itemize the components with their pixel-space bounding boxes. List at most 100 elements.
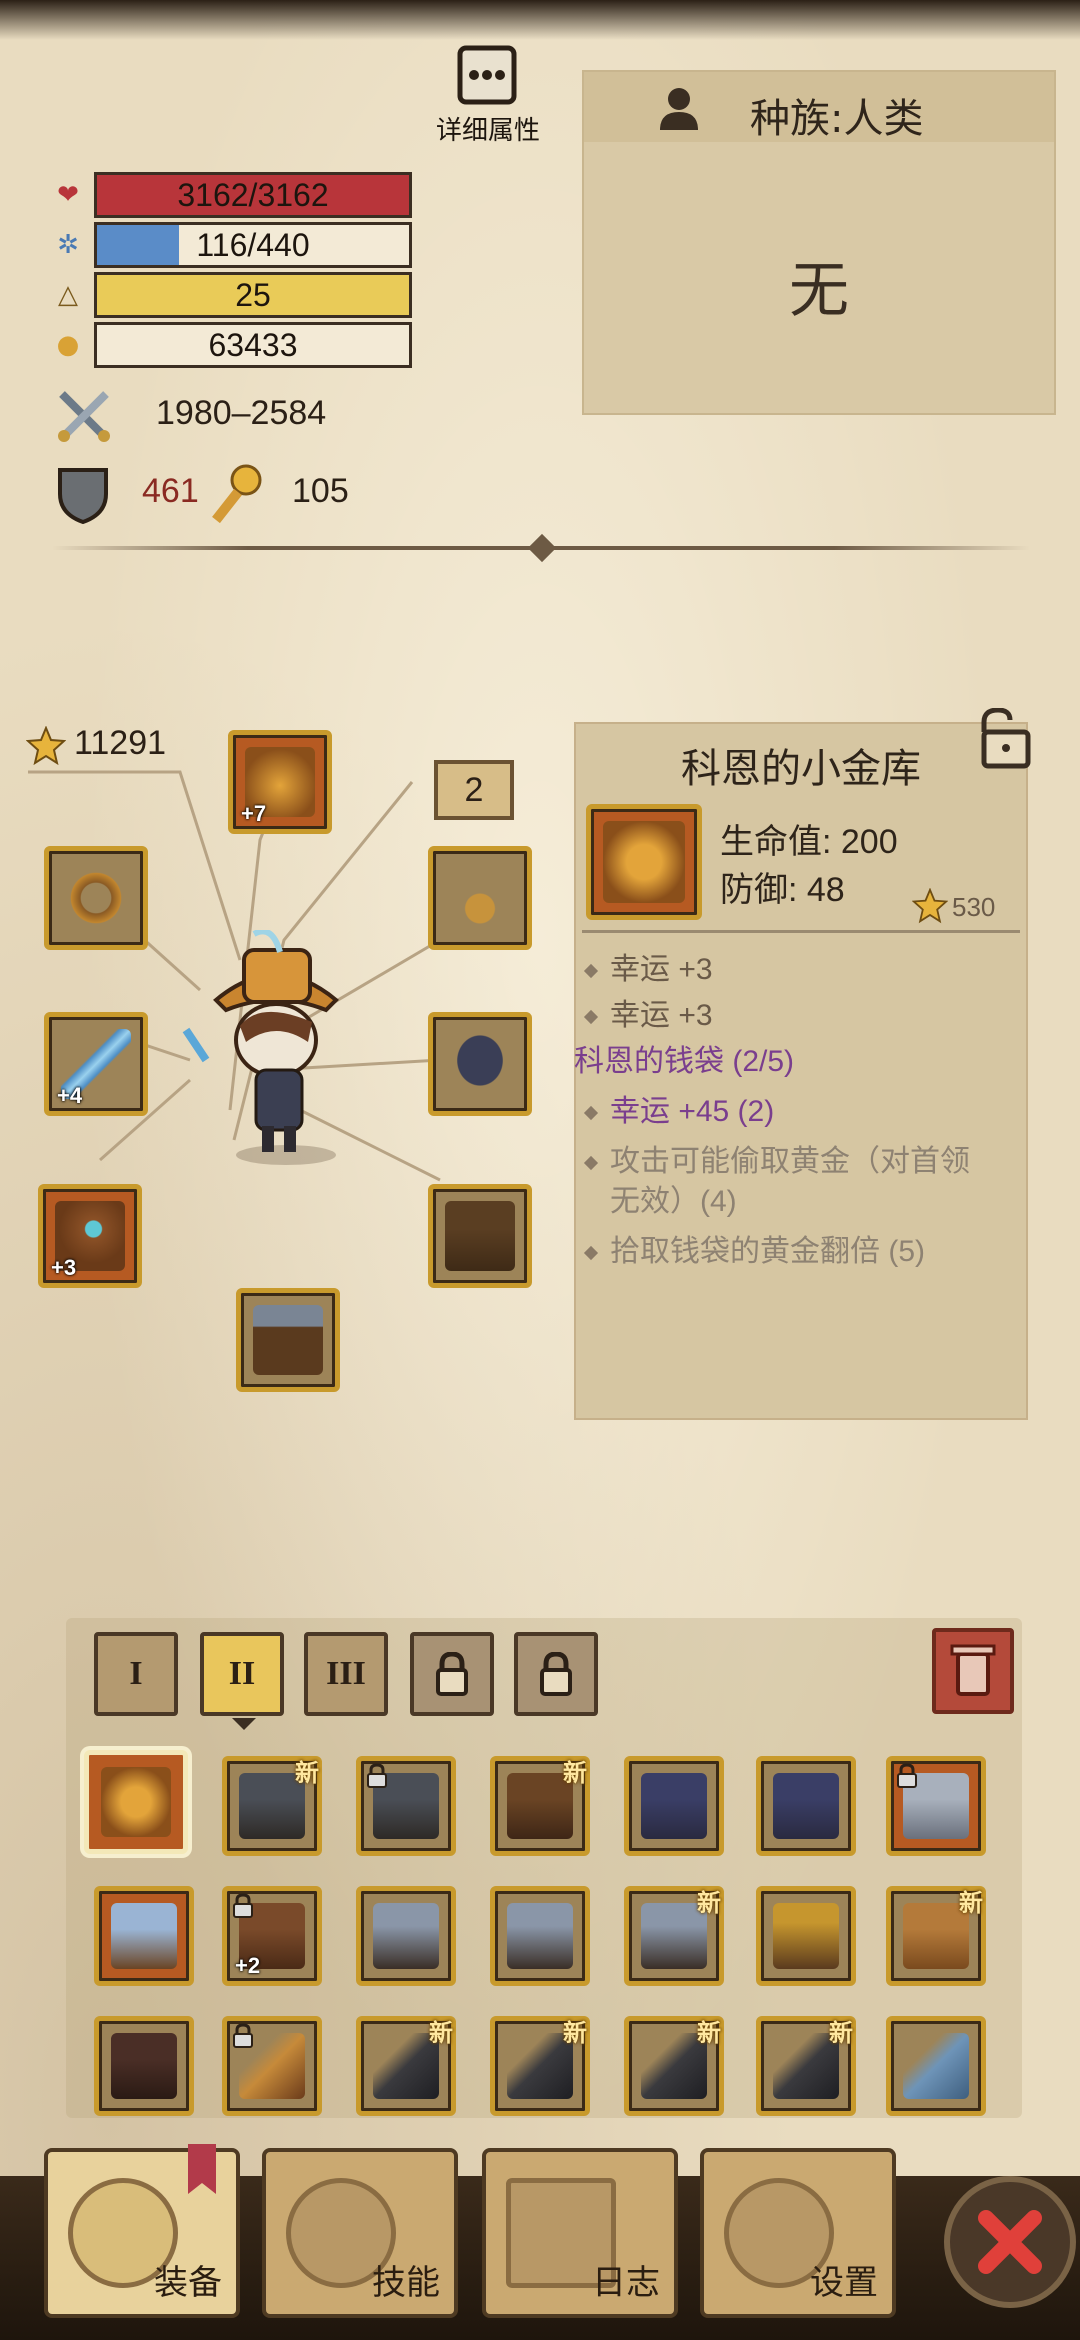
gold-coins-icon: ● [56,330,80,360]
new-badge: 新 [959,1889,983,1917]
boots-icon [507,1903,573,1969]
item-bonus-1: 幸运 +3 [583,944,713,988]
unlock-icon[interactable] [970,708,1034,770]
selected-tab-pointer [232,1718,256,1730]
inventory-item[interactable] [756,1756,856,1856]
armor-slot[interactable] [428,1012,532,1116]
new-badge: 新 [295,1759,319,1787]
inventory-tab-locked-5[interactable] [514,1632,598,1716]
amulet-slot[interactable]: +3 [38,1184,142,1288]
pants-icon [445,1201,515,1271]
inventory-tab-2[interactable]: II [200,1632,284,1716]
inventory-tab-1[interactable]: I [94,1632,178,1716]
boots-icon [111,1903,177,1969]
item-set-name: 科恩的钱袋 (2/5) [574,1045,795,1078]
set-page-badge[interactable]: 2 [434,760,514,820]
luck-value: 105 [292,472,349,510]
hp-row: ❤ 3162/3162 [52,172,412,218]
boots-icon [253,1305,323,1375]
nav-skills-button[interactable]: 技能 [262,2148,458,2318]
inventory-item[interactable] [886,1756,986,1856]
gold-row: ● 63433 [52,322,412,368]
defense-value: 461 [142,472,199,510]
item-def-stat: 防御: 48 [720,871,845,909]
level-row: △ 25 [52,272,412,318]
detail-attributes-button[interactable]: 详细属性 [428,40,548,150]
nav-skills-label: 技能 [372,2263,440,2303]
inventory-item[interactable]: +2 [222,1886,322,1986]
inventory-item-selected[interactable] [84,1750,188,1854]
inventory-tab-locked-4[interactable] [410,1632,494,1716]
bookmark-ribbon [188,2144,216,2194]
item-name: 科恩的小金库 [681,746,921,792]
weapon-enhance-level: +4 [57,1083,83,1108]
nav-equip-label: 装备 [154,2263,222,2303]
inventory-item[interactable] [222,2016,322,2116]
inventory-item[interactable]: 新 [222,1756,322,1856]
heart-icon: ❤ [57,180,79,210]
item-hp-stat: 生命值: 200 [720,823,898,861]
inventory-item[interactable]: 新 [624,1886,724,1986]
lock-icon [367,1763,387,1788]
ring-slot[interactable] [44,846,148,950]
inventory-item[interactable]: 新 [756,2016,856,2116]
inventory-item[interactable]: 新 [886,1886,986,1986]
inventory-item[interactable] [886,2016,986,2116]
enhance-level: +2 [235,1953,261,1978]
inventory-item[interactable]: 新 [490,1756,590,1856]
inventory-item[interactable]: 新 [624,2016,724,2116]
race-title: 种族:人类 [750,96,924,142]
luck-coin-icon [212,464,262,524]
inventory-item[interactable] [490,1886,590,1986]
detail-icon [457,45,517,105]
new-badge: 新 [829,2019,853,2047]
mana-row: ✲ 116/440 [52,222,412,268]
inventory-item[interactable] [756,1886,856,1986]
necklace-slot[interactable] [428,846,532,950]
trash-button[interactable] [932,1628,1014,1714]
pants-icon [773,1773,839,1839]
item-icon-frame [586,804,702,920]
mana-icon: ✲ [57,230,79,260]
attack-value: 1980–2584 [156,394,327,432]
item-set-bonus-3: 拾取钱袋的黄金翻倍 (5) [583,1226,925,1270]
item-set-bonus-1: 幸运 +45 (2) [583,1086,774,1130]
shield-icon [58,468,108,524]
close-button[interactable] [944,2176,1076,2308]
new-badge: 新 [429,2019,453,2047]
inventory-item[interactable]: 新 [356,2016,456,2116]
lock-icon [436,1651,468,1696]
hp-value: 3162/3162 [177,177,329,213]
crossed-swords-icon [58,391,110,442]
level-triangle-icon: △ [58,280,78,310]
nav-settings-label: 设置 [810,2263,878,2303]
inventory-item[interactable] [94,1886,194,1986]
new-badge: 新 [563,1759,587,1787]
weapon-slot[interactable]: +4 [44,1012,148,1116]
item-detail-panel: 科恩的小金库 生命值: 200 防御: 48 530 幸运 +3 幸运 +3 科… [574,722,1028,1420]
lock-icon [233,1893,253,1918]
inventory-item[interactable] [624,1756,724,1856]
detail-attributes-label: 详细属性 [435,116,540,146]
inventory-item[interactable] [356,1756,456,1856]
inventory-item[interactable] [356,1886,456,1986]
helmet-enhance-level: +7 [241,801,267,826]
race-value: 无 [789,256,849,326]
nav-log-button[interactable]: 日志 [482,2148,678,2318]
legs-slot[interactable] [428,1184,532,1288]
helmet-slot[interactable]: +7 [228,730,332,834]
boots-slot[interactable] [236,1288,340,1392]
gold-value: 63433 [208,327,298,363]
inventory-item[interactable]: 新 [490,2016,590,2116]
lock-icon [233,2023,253,2048]
item-set-bonus-2: 攻击可能偷取黄金（对首领 [583,1136,970,1180]
coin-pouch-icon [603,821,685,903]
inventory-tab-3[interactable]: III [304,1632,388,1716]
boots-icon [111,2033,177,2099]
nav-settings-button[interactable]: 设置 [700,2148,896,2318]
nav-equip-button[interactable]: 装备 [44,2144,240,2318]
level-value: 25 [235,277,271,313]
item-bonus-2: 幸运 +3 [583,990,713,1034]
item-divider [582,930,1020,933]
inventory-item[interactable] [94,2016,194,2116]
